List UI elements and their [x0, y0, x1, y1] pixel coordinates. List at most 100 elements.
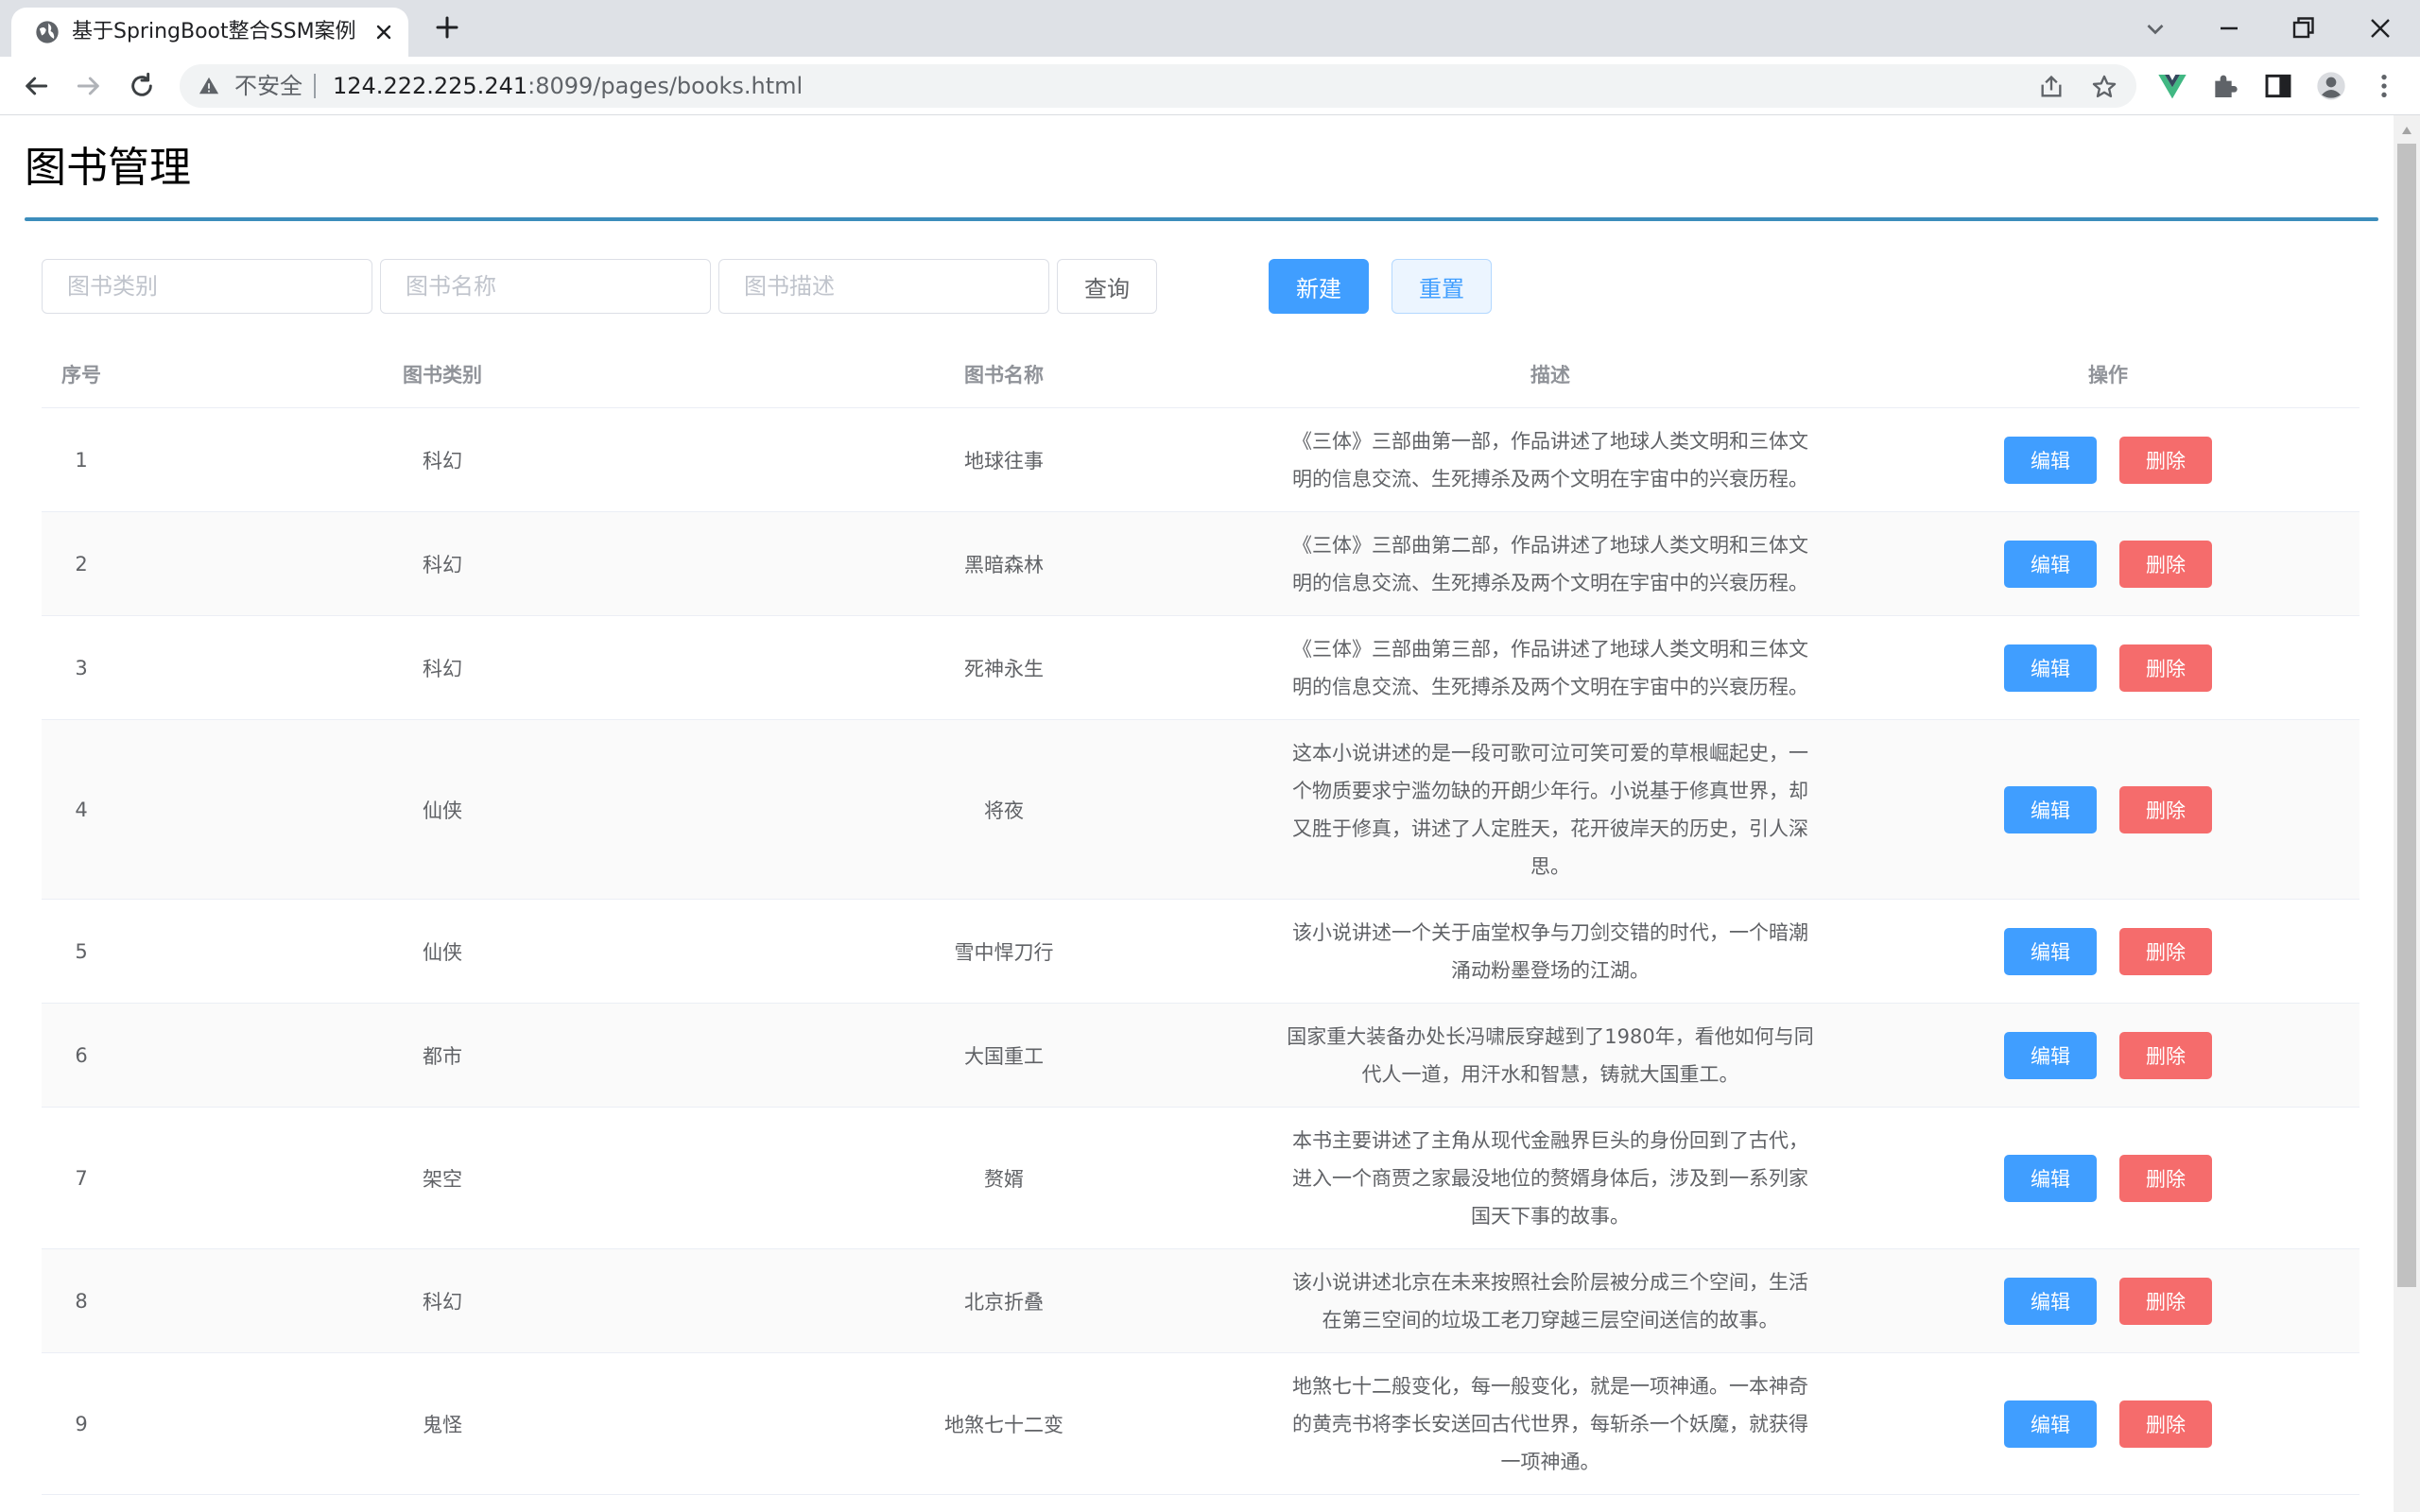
row-description-cell: 《三体》三部曲第一部，作品讲述了地球人类文明和三体文明的信息交流、生死搏杀及两个… — [1244, 408, 1857, 511]
extensions-puzzle-icon[interactable] — [2210, 71, 2240, 101]
row-description-cell: 《三体》三部曲第三部，作品讲述了地球人类文明和三体文明的信息交流、生死搏杀及两个… — [1244, 616, 1857, 719]
edit-button[interactable]: 编辑 — [2004, 1277, 2097, 1325]
row-operations: 编辑 删除 — [1857, 720, 2360, 899]
tab-search-icon[interactable] — [2138, 11, 2172, 45]
row-index: 6 — [75, 1043, 88, 1067]
edit-button[interactable]: 编辑 — [2004, 1031, 2097, 1079]
row-operations: 编辑 删除 — [1857, 1353, 2360, 1494]
address-bar[interactable]: 不安全 124.222.225.241:8099/pages/books.htm… — [180, 64, 2136, 108]
edit-button[interactable]: 编辑 — [2004, 1154, 2097, 1202]
table-row: 1 科幻 地球往事 《三体》三部曲第一部，作品讲述了地球人类文明和三体文明的信息… — [42, 408, 2360, 512]
table-row: 7 架空 赘婿 本书主要讲述了主角从现代金融界巨头的身份回到了古代，进入一个商贾… — [42, 1108, 2360, 1249]
scroll-thumb[interactable] — [2397, 144, 2416, 1287]
header-name: 图书名称 — [964, 364, 1044, 387]
new-tab-icon[interactable] — [433, 13, 461, 42]
row-category: 都市 — [423, 1044, 462, 1068]
edit-button[interactable]: 编辑 — [2004, 1400, 2097, 1448]
delete-button[interactable]: 删除 — [2119, 1400, 2212, 1448]
row-description-cell: 本书主要讲述了主角从现代金融界巨头的身份回到了古代，进入一个商贾之家最没地位的赘… — [1244, 1108, 1857, 1248]
row-description-cell: 《三体》三部曲第二部，作品讲述了地球人类文明和三体文明的信息交流、生死搏杀及两个… — [1244, 512, 1857, 615]
edit-button[interactable]: 编辑 — [2004, 540, 2097, 588]
browser-tab-strip: 基于SpringBoot整合SSM案例 — [0, 0, 2420, 57]
row-category: 科幻 — [423, 449, 462, 472]
query-button[interactable]: 查询 — [1057, 259, 1157, 314]
row-category: 科幻 — [423, 553, 462, 576]
row-category: 仙侠 — [423, 940, 462, 964]
profile-avatar-icon[interactable] — [2316, 71, 2346, 101]
bookmark-star-icon[interactable] — [2091, 74, 2118, 100]
delete-button[interactable]: 删除 — [2119, 1154, 2212, 1202]
row-category: 科幻 — [423, 657, 462, 680]
row-operations: 编辑 删除 — [1857, 1249, 2360, 1352]
row-operations: 编辑 删除 — [1857, 616, 2360, 719]
restore-icon[interactable] — [2286, 11, 2320, 45]
browser-tab[interactable]: 基于SpringBoot整合SSM案例 — [11, 8, 408, 57]
insecure-label[interactable]: 不安全 — [234, 72, 302, 100]
row-name: 赘婿 — [984, 1167, 1024, 1191]
edit-button[interactable]: 编辑 — [2004, 927, 2097, 975]
forward-icon[interactable] — [74, 71, 104, 101]
table-row: 3 科幻 死神永生 《三体》三部曲第三部，作品讲述了地球人类文明和三体文明的信息… — [42, 616, 2360, 720]
vue-devtools-icon[interactable] — [2157, 71, 2187, 101]
row-description-cell: 该小说讲述北京在未来按照社会阶层被分成三个空间，生活在第三空间的垃圾工老刀穿越三… — [1244, 1249, 1857, 1352]
browser-toolbar: 不安全 124.222.225.241:8099/pages/books.htm… — [0, 57, 2420, 115]
row-operations: 编辑 删除 — [1857, 408, 2360, 511]
title-divider — [25, 217, 2378, 221]
edit-button[interactable]: 编辑 — [2004, 644, 2097, 692]
globe-icon — [36, 21, 59, 43]
row-index: 4 — [75, 798, 88, 821]
description-search-input[interactable] — [718, 259, 1049, 314]
scroll-up-arrow-icon[interactable] — [2400, 125, 2413, 136]
row-index: 7 — [75, 1166, 88, 1190]
page-scrollbar[interactable] — [2394, 115, 2420, 1512]
table-row: 6 都市 大国重工 国家重大装备办处长冯啸辰穿越到了1980年，看他如何与同代人… — [42, 1004, 2360, 1108]
delete-button[interactable]: 删除 — [2119, 436, 2212, 484]
row-description: 这本小说讲述的是一段可歌可泣可笑可爱的草根崛起史，一个物质要求宁滥勿缺的开朗少年… — [1292, 741, 1808, 878]
delete-button[interactable]: 删除 — [2119, 1031, 2212, 1079]
header-index: 序号 — [61, 364, 101, 387]
kebab-menu-icon[interactable] — [2369, 71, 2399, 101]
row-name: 雪中悍刀行 — [954, 940, 1054, 964]
row-description: 该小说讲述一个关于庙堂权争与刀剑交错的时代，一个暗潮涌动粉墨登场的江湖。 — [1292, 920, 1808, 982]
category-search-input[interactable] — [42, 259, 372, 314]
edit-button[interactable]: 编辑 — [2004, 785, 2097, 833]
table-row: 9 鬼怪 地煞七十二变 地煞七十二般变化，每一般变化，就是一项神通。一本神奇的黄… — [42, 1353, 2360, 1495]
new-book-button[interactable]: 新建 — [1269, 259, 1369, 314]
row-category: 架空 — [423, 1167, 462, 1191]
edit-button[interactable]: 编辑 — [2004, 436, 2097, 484]
row-description-cell: 国家重大装备办处长冯啸辰穿越到了1980年，看他如何与同代人一道，用汗水和智慧，… — [1244, 1004, 1857, 1107]
row-name: 将夜 — [984, 799, 1024, 822]
minimize-icon[interactable] — [2212, 11, 2246, 45]
name-search-input[interactable] — [380, 259, 711, 314]
delete-button[interactable]: 删除 — [2119, 785, 2212, 833]
row-description: 《三体》三部曲第一部，作品讲述了地球人类文明和三体文明的信息交流、生死搏杀及两个… — [1292, 429, 1808, 490]
share-icon[interactable] — [2038, 74, 2065, 100]
row-index: 9 — [75, 1412, 88, 1435]
row-index: 2 — [75, 552, 88, 576]
page-title: 图书管理 — [25, 144, 191, 192]
side-panel-icon[interactable] — [2263, 71, 2293, 101]
delete-button[interactable]: 删除 — [2119, 540, 2212, 588]
reset-button[interactable]: 重置 — [1392, 259, 1492, 314]
row-description: 国家重大装备办处长冯啸辰穿越到了1980年，看他如何与同代人一道，用汗水和智慧，… — [1287, 1024, 1814, 1086]
row-operations: 编辑 删除 — [1857, 512, 2360, 615]
header-description: 描述 — [1530, 364, 1570, 387]
row-name: 地球往事 — [964, 449, 1044, 472]
delete-button[interactable]: 删除 — [2119, 927, 2212, 975]
reload-icon[interactable] — [127, 71, 157, 101]
table-row: 4 仙侠 将夜 这本小说讲述的是一段可歌可泣可笑可爱的草根崛起史，一个物质要求宁… — [42, 720, 2360, 900]
tab-title: 基于SpringBoot整合SSM案例 — [72, 20, 356, 43]
back-icon[interactable] — [21, 71, 51, 101]
address-url[interactable]: 124.222.225.241:8099/pages/books.html — [333, 72, 803, 100]
row-category: 科幻 — [423, 1290, 462, 1314]
close-window-icon[interactable] — [2363, 11, 2397, 45]
delete-button[interactable]: 删除 — [2119, 1277, 2212, 1325]
row-category: 仙侠 — [423, 799, 462, 822]
warning-icon[interactable] — [199, 76, 219, 96]
close-icon[interactable] — [372, 21, 395, 43]
delete-button[interactable]: 删除 — [2119, 644, 2212, 692]
row-description: 地煞七十二般变化，每一般变化，就是一项神通。一本神奇的黄壳书将李长安送回古代世界… — [1292, 1374, 1808, 1473]
row-index: 8 — [75, 1289, 88, 1313]
page-content: 图书管理 查询 新建 重置 序号 图书类别 图书名称 描述 操作 1 科幻 地球… — [0, 115, 2394, 1512]
address-separator — [314, 74, 316, 98]
